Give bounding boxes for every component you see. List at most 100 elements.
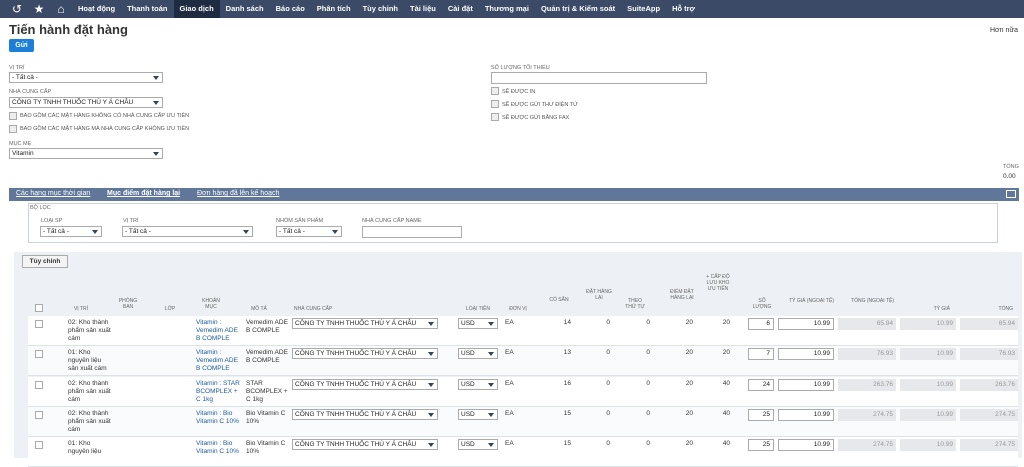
email-label: SẼ ĐƯỢC GỬI THƯ ĐIỆN TỬ [502, 102, 578, 108]
vendor-name-input[interactable] [362, 226, 462, 238]
tab-reorder-items[interactable]: Mục điểm đặt hàng lại [107, 190, 180, 197]
chevron-down-icon [332, 230, 338, 234]
print-checkbox[interactable] [491, 87, 499, 95]
row-checkbox[interactable] [35, 441, 43, 449]
total-value: 0.00 [1003, 173, 1016, 180]
nav-item[interactable]: Hoạt động [72, 0, 121, 18]
location-label: VỊ TRÍ [9, 65, 25, 71]
nav-item[interactable]: Phân tích [311, 0, 357, 18]
type-select[interactable]: - Tất cả - [40, 226, 102, 237]
row-item-link[interactable]: Vitamin : Bio Vitamin C 10% [196, 440, 242, 456]
filter-location-label: VỊ TRÍ [123, 218, 139, 224]
row-rate-fx-input[interactable]: 10.99 [778, 439, 834, 451]
nav-item[interactable]: Thương mại [479, 0, 535, 18]
vendor-select[interactable]: CÔNG TY TNHH THUỐC THÚ Y Á CHÂU [9, 97, 163, 108]
nav-item[interactable]: Quản trị & Kiểm soát [535, 0, 621, 18]
home-icon[interactable]: ⌂ [50, 0, 72, 18]
col-header: MÔ TẢ [251, 306, 267, 312]
nav-item[interactable]: Báo cáo [270, 0, 311, 18]
nav-item[interactable]: Tùy chỉnh [357, 0, 404, 18]
row-item-link[interactable]: Vitamin : STAR BCOMPLEX + C 1kg [196, 380, 242, 404]
group-select[interactable]: - Tất cả - [276, 226, 342, 237]
row-on-order: 0 [646, 380, 650, 387]
select-all-checkbox[interactable] [35, 304, 43, 312]
row-preferred-level: 40 [722, 440, 730, 447]
row-item-link[interactable]: Vitamin : Bio Vitamin C 10% [196, 410, 242, 426]
nav-item[interactable]: Thanh toán [121, 0, 173, 18]
include-no-pref-vendor-checkbox[interactable] [9, 112, 17, 120]
row-currency-select[interactable]: USD [458, 379, 498, 390]
parent-select[interactable]: Vitamin [9, 148, 163, 159]
col-header: NHÀ CUNG CẤP [294, 306, 333, 312]
row-location: 02: Kho thành phẩm sản xuất cám [68, 319, 111, 342]
row-rate-fx-input[interactable]: 10.99 [778, 379, 834, 391]
chevron-down-icon [428, 322, 434, 326]
row-description: Bio Vitamin C 10% [246, 410, 286, 425]
row-total-fx: 76.93 [838, 348, 896, 360]
row-currency-select[interactable]: USD [458, 318, 498, 329]
row-quantity-input[interactable]: 7 [748, 348, 774, 360]
row-vendor-select[interactable]: CÔNG TY TNHH THUỐC THÚ Y Á CHÂU [292, 318, 438, 329]
row-reorder-point: 20 [685, 349, 693, 356]
row-quantity-input[interactable]: 25 [748, 439, 774, 451]
type-label: LOẠI SP [41, 218, 63, 224]
submit-button[interactable]: Gửi [9, 39, 34, 52]
row-item-link[interactable]: Vitamin : Vemedim ADE B COMPLE [196, 319, 242, 343]
minqty-label: SỐ LƯỢNG TỐI THIỂU [491, 65, 550, 71]
row-checkbox[interactable] [35, 411, 43, 419]
minqty-input[interactable] [491, 72, 707, 84]
row-rate-fx-input[interactable]: 10.99 [778, 318, 834, 330]
filter-location-select[interactable]: - Tất cả - [122, 226, 253, 237]
customize-button[interactable]: Tùy chỉnh [22, 255, 68, 268]
row-preferred-level: 20 [722, 319, 730, 326]
row-total-fx: 274.75 [838, 409, 896, 421]
row-currency-select[interactable]: USD [458, 348, 498, 359]
row-rate-fx-input[interactable]: 10.99 [778, 348, 834, 360]
collapse-icon[interactable] [1006, 190, 1016, 198]
row-quantity-input[interactable]: 25 [748, 409, 774, 421]
history-icon[interactable]: ↺ [6, 0, 28, 18]
row-item-link[interactable]: Vitamin : Vemedim ADE B COMPLE [196, 349, 242, 373]
row-on-order: 0 [646, 440, 650, 447]
row-vendor-select[interactable]: CÔNG TY TNHH THUỐC THÚ Y Á CHÂU [292, 379, 438, 390]
row-checkbox[interactable] [35, 381, 43, 389]
include-non-pref-vendor-checkbox[interactable] [9, 125, 17, 133]
nav-item[interactable]: Tài liệu [404, 0, 442, 18]
row-vendor-select[interactable]: CÔNG TY TNHH THUỐC THÚ Y Á CHÂU [292, 409, 438, 420]
row-currency-select[interactable]: USD [458, 439, 498, 450]
col-header: TỔNG (NGOẠI TỆ) [851, 298, 894, 304]
include-no-pref-vendor-label: BAO GỒM CÁC MẶT HÀNG KHÔNG CÓ NHÀ CUNG C… [20, 113, 190, 119]
location-select[interactable]: - Tất cả - [9, 72, 163, 83]
row-checkbox[interactable] [35, 350, 43, 358]
more-link[interactable]: Hơn nữa [990, 27, 1018, 34]
row-quantity-input[interactable]: 6 [748, 318, 774, 330]
chevron-down-icon [488, 322, 494, 326]
nav-item[interactable]: Cài đặt [442, 0, 479, 18]
row-vendor-select[interactable]: CÔNG TY TNHH THUỐC THÚ Y Á CHÂU [292, 348, 438, 359]
row-preferred-level: 20 [722, 349, 730, 356]
nav-item-active[interactable]: Giao dịch [173, 0, 220, 18]
star-icon[interactable]: ★ [28, 0, 50, 18]
fax-checkbox[interactable] [491, 113, 499, 121]
row-checkbox[interactable] [35, 320, 43, 328]
row-available: 14 [563, 319, 571, 326]
nav-item[interactable]: Danh sách [220, 0, 270, 18]
tab-planned-orders[interactable]: Đơn hàng đã lên kế hoạch [197, 190, 279, 197]
row-location: 01: Kho nguyên liệu sản xuất cám [68, 349, 107, 372]
email-checkbox[interactable] [491, 100, 499, 108]
row-unit: EA [505, 440, 514, 447]
row-total: 76.93 [960, 348, 1018, 360]
row-description: Vemedim ADE B COMPLE [246, 349, 288, 364]
tab-time-items[interactable]: Các hạng mục thời gian [16, 190, 90, 197]
row-vendor-select[interactable]: CÔNG TY TNHH THUỐC THÚ Y Á CHÂU [292, 439, 438, 450]
row-description: STAR BCOMPLEX + C 1kg [246, 380, 288, 403]
row-currency-select[interactable]: USD [458, 409, 498, 420]
nav-item[interactable]: Hỗ trợ [666, 0, 701, 18]
row-total: 274.75 [960, 409, 1018, 421]
row-quantity-input[interactable]: 24 [748, 379, 774, 391]
row-rate: 10.99 [900, 318, 956, 330]
row-unit: EA [505, 410, 514, 417]
row-rate-fx-input[interactable]: 10.99 [778, 409, 834, 421]
nav-item[interactable]: SuiteApp [621, 0, 666, 18]
row-reorder: 0 [606, 349, 610, 356]
